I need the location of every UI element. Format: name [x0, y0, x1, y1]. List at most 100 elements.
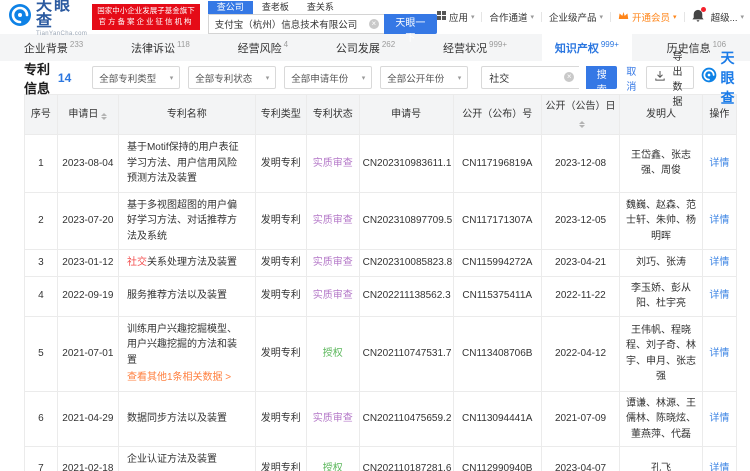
menu-vip[interactable]: 开通会员 ▾ [618, 10, 677, 24]
cell-patent-type: 发明专利 [254, 134, 307, 193]
cell-apply-date: 2023-07-20 [56, 191, 119, 250]
tyc-logo-icon [701, 67, 717, 88]
company-section-tabs: 企业背景 233 法律诉讼 118 经营风险 4 公司发展 262 经营状况 999+ 知识产权 99… [0, 34, 750, 61]
keyword-search-box: × [481, 66, 580, 89]
notification-dot [700, 7, 706, 12]
cell-inventors: 魏巍、赵森、范士轩、朱帅、杨明晖 [619, 191, 703, 250]
section-tab[interactable]: 经营状况 999+ [430, 34, 520, 61]
patent-toolbar: 专利信息 14 全部专利类型▾ 全部专利状态▾ 全部申请年份▾ 全部公开年份▾ × 搜… [24, 50, 737, 108]
cell-publication-no: CN115375411A [452, 275, 542, 317]
keyword-search-button[interactable]: 搜索 [586, 66, 618, 96]
column-header[interactable]: 公开（公告）日 [540, 94, 621, 135]
crown-icon [618, 11, 629, 23]
cell-index: 7 [24, 446, 58, 471]
cell-publication-no: CN117171307A [452, 191, 542, 250]
cell-patent-name: 服务推荐方法以及装置 [117, 275, 256, 317]
filter-dropdown[interactable]: 全部申请年份 ▾ [284, 66, 373, 89]
detail-link[interactable]: 详情 [709, 158, 729, 169]
menu-enterprise-product[interactable]: 企业级产品 ▾ [549, 10, 603, 24]
sort-icon[interactable] [579, 120, 586, 128]
tianyancha-patent-page: 天眼查 TianYanCha.com 国家中小企业发展子基金旗下 官方备案企业征… [0, 0, 750, 471]
column-header: 发明人 [619, 94, 703, 135]
cell-inventors: 李玉娇、彭从阳、杜宇亮 [619, 275, 703, 317]
divider [481, 12, 483, 22]
cell-patent-type: 发明专利 [254, 446, 307, 471]
table-row: 6 2021-04-29 数据同步方法以及装置 发明专利 实质审查 CN2021… [24, 390, 738, 447]
detail-link[interactable]: 详情 [709, 348, 729, 359]
cell-apply-date: 2023-01-12 [56, 249, 119, 277]
cell-publication-date: 2023-12-08 [540, 134, 621, 193]
clear-search-icon[interactable]: × [368, 18, 379, 29]
detail-link[interactable]: 详情 [709, 290, 729, 301]
view-related-data-link[interactable]: 查看其他1条相关数据 > [127, 370, 247, 386]
cell-publication-no: CN117196819A [452, 134, 542, 193]
user-menu[interactable]: 超级... ▾ [711, 10, 744, 24]
detail-link[interactable]: 详情 [709, 257, 729, 268]
detail-link[interactable]: 详情 [709, 413, 729, 424]
filter-dropdown[interactable]: 全部专利类型 ▾ [92, 66, 181, 89]
cell-apply-date: 2021-02-18 [56, 446, 119, 471]
cell-publication-no: CN115994272A [452, 249, 542, 277]
cell-apply-date: 2021-04-29 [56, 390, 119, 447]
section-tab[interactable]: 经营风险 4 [225, 34, 301, 61]
cell-apply-date: 2023-08-04 [56, 134, 119, 193]
cell-application-no: CN202310085823.8 [358, 249, 454, 277]
chevron-down-icon: ▾ [470, 14, 475, 21]
notification-bell-icon[interactable] [691, 7, 706, 25]
section-tab[interactable]: 知识产权 999+ [541, 34, 632, 61]
filter-dropdown[interactable]: 全部公开年份 ▾ [380, 66, 469, 89]
cell-index: 4 [24, 275, 58, 317]
company-search-input[interactable] [207, 13, 384, 34]
sort-icon[interactable] [101, 112, 108, 120]
header-menu: 应用 ▾ 合作通道 ▾ 企业级产品 ▾ 开通会员 ▾ 超级... ▾ [436, 7, 744, 25]
section-tab[interactable]: 公司发展 262 [323, 34, 408, 61]
table-row: 3 2023-01-12 社交关系处理方法及装置 发明专利 实质审查 CN202… [24, 249, 738, 277]
cell-application-no: CN202310983611.1 [358, 134, 454, 193]
table-row: 7 2021-02-18 企业认证方法及装置查看其他1条相关数据 > 发明专利 … [24, 446, 738, 471]
search-tab[interactable]: 查关系 [298, 1, 343, 14]
detail-link[interactable]: 详情 [709, 215, 729, 226]
column-header: 申请号 [358, 94, 454, 135]
cancel-link[interactable]: 取消 [626, 63, 637, 93]
cell-patent-type: 发明专利 [254, 390, 307, 447]
chevron-down-icon: ▾ [740, 14, 744, 21]
column-header: 专利类型 [254, 94, 307, 135]
column-header: 专利状态 [305, 94, 360, 135]
cell-index: 6 [24, 390, 58, 447]
menu-cooperation[interactable]: 合作通道 ▾ [489, 10, 534, 24]
table-row: 2 2023-07-20 基于多视图超图的用户偏好学习方法、对话推荐方法及系统 … [24, 191, 738, 250]
cell-publication-no: CN112990940B [452, 446, 542, 471]
cell-publication-date: 2022-04-12 [540, 315, 621, 392]
chevron-down-icon: ▾ [265, 74, 270, 82]
column-header[interactable]: 申请日 [56, 94, 119, 135]
table-row: 4 2022-09-19 服务推荐方法以及装置 发明专利 实质审查 CN2022… [24, 275, 738, 317]
column-header: 公开（公布）号 [452, 94, 542, 135]
cell-application-no: CN202110187281.6 [358, 446, 454, 471]
export-data-button[interactable]: 导出数据 [646, 52, 695, 108]
header-search-area: 查公司查老板查关系 × 天眼一下 [207, 0, 437, 44]
cell-patent-status: 授权 [305, 446, 360, 471]
section-tab[interactable]: 法律诉讼 118 [118, 34, 203, 61]
patent-count: 14 [57, 70, 72, 85]
cell-patent-name: 基于Motif保持的用户表征学习方法、用户信用风险预测方法及装置 [117, 134, 256, 193]
search-tab[interactable]: 查老板 [253, 1, 298, 14]
tyc-logo[interactable]: 天眼查 TianYanCha.com [8, 0, 87, 37]
cell-index: 2 [24, 191, 58, 250]
cell-publication-date: 2022-11-22 [540, 275, 621, 317]
detail-link[interactable]: 详情 [709, 463, 729, 471]
cell-patent-type: 发明专利 [254, 191, 307, 250]
section-title: 专利信息 [24, 61, 51, 96]
divider [610, 12, 612, 22]
search-submit-button[interactable]: 天眼一下 [383, 13, 437, 44]
filter-dropdown[interactable]: 全部专利状态 ▾ [188, 66, 277, 89]
section-tab[interactable]: 企业背景 233 [11, 34, 96, 61]
cell-index: 3 [24, 249, 58, 277]
cell-inventors: 王伟帆、程晓程、刘子奇、林宇、申月、张志强 [619, 315, 703, 392]
menu-apps[interactable]: 应用 ▾ [436, 10, 475, 24]
cell-patent-status: 实质审查 [305, 275, 360, 317]
cell-patent-name: 企业认证方法及装置查看其他1条相关数据 > [117, 446, 256, 471]
chevron-down-icon: ▾ [673, 14, 677, 21]
chevron-down-icon: ▾ [361, 74, 366, 82]
search-tab[interactable]: 查公司 [207, 0, 253, 14]
cell-application-no: CN202110475659.2 [358, 390, 454, 447]
